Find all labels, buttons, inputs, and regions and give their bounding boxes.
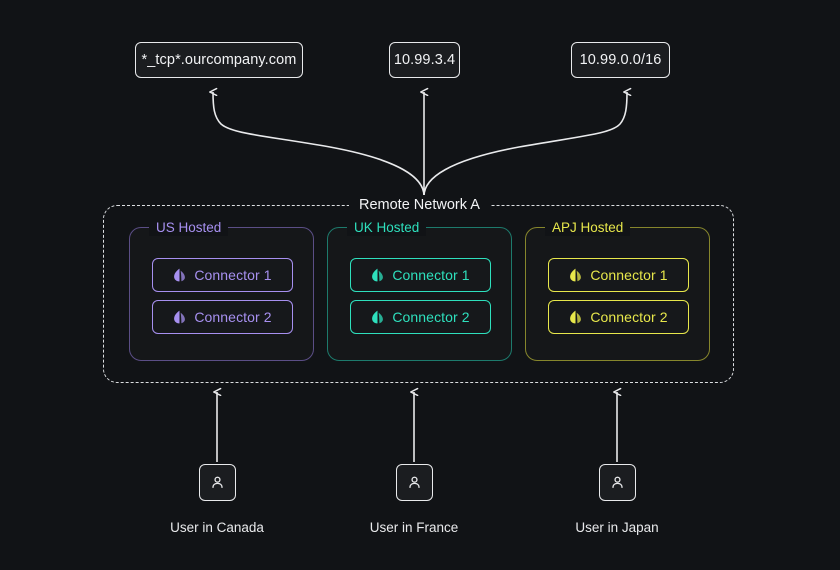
user-node-france[interactable]: User in France [354, 464, 474, 535]
user-node-box [395, 464, 433, 501]
connector-apj-2[interactable]: Connector 2 [548, 300, 689, 334]
user-node-box [598, 464, 636, 501]
connector-label: Connector 1 [194, 267, 272, 283]
connector-apj-1[interactable]: Connector 1 [548, 258, 689, 292]
user-node-canada[interactable]: User in Canada [157, 464, 277, 535]
connector-us-1[interactable]: Connector 1 [152, 258, 293, 292]
leaf-icon [174, 310, 186, 324]
user-icon [211, 476, 223, 489]
destination-cidr[interactable]: 10.99.0.0/16 [571, 42, 670, 78]
hosted-group-label: US Hosted [149, 219, 229, 236]
leaf-icon [372, 310, 384, 324]
user-node-label: User in Canada [170, 520, 264, 535]
leaf-icon [570, 310, 582, 324]
connector-label: Connector 2 [392, 309, 470, 325]
destination-label: 10.99.0.0/16 [579, 52, 662, 68]
connector-label: Connector 1 [590, 267, 668, 283]
user-node-label: User in France [369, 520, 459, 535]
connector-us-2[interactable]: Connector 2 [152, 300, 293, 334]
destination-label: 10.99.3.4 [393, 52, 456, 68]
leaf-icon [570, 268, 582, 282]
connector-label: Connector 2 [194, 309, 272, 325]
user-icon [611, 476, 623, 489]
destination-host-ip[interactable]: 10.99.3.4 [389, 42, 460, 78]
remote-network-title: Remote Network A [349, 195, 490, 215]
user-node-label: User in Japan [575, 520, 659, 535]
user-node-japan[interactable]: User in Japan [557, 464, 677, 535]
user-icon [408, 476, 420, 489]
connector-label: Connector 2 [590, 309, 668, 325]
connector-uk-1[interactable]: Connector 1 [350, 258, 491, 292]
hosted-group-label: APJ Hosted [545, 219, 631, 236]
connector-label: Connector 1 [392, 267, 470, 283]
edge-trunk-to-dns-wildcard [209, 87, 425, 197]
destination-dns-wildcard[interactable]: *_tcp*.ourcompany.com [135, 42, 303, 78]
destination-label: *_tcp*.ourcompany.com [141, 52, 297, 68]
hosted-group-us: US Hosted Connector 1 Connector 2 [129, 219, 314, 361]
hosted-group-uk: UK Hosted Connector 1 Connector 2 [327, 219, 512, 361]
leaf-icon [372, 268, 384, 282]
diagram-canvas: *_tcp*.ourcompany.com 10.99.3.4 10.99.0.… [0, 0, 840, 570]
leaf-icon [174, 268, 186, 282]
hosted-group-label: UK Hosted [347, 219, 427, 236]
connector-uk-2[interactable]: Connector 2 [350, 300, 491, 334]
hosted-group-apj: APJ Hosted Connector 1 Connector 2 [525, 219, 710, 361]
user-node-box [198, 464, 236, 501]
edge-trunk-to-cidr [423, 87, 632, 197]
